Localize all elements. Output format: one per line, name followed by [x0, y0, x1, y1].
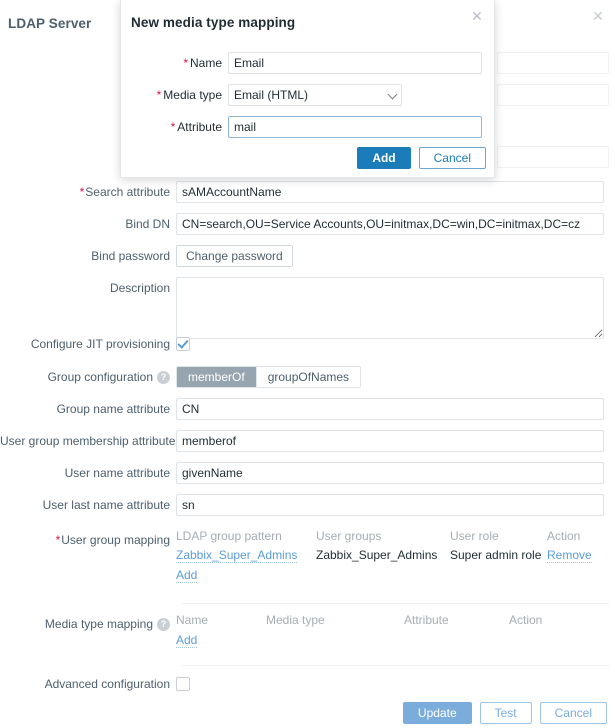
column-attribute: Attribute: [404, 613, 509, 630]
label-bind-password: Bind password: [0, 245, 176, 267]
row-user-group-mapping: *User group mapping LDAP group pattern U…: [0, 529, 615, 583]
label-jit-provisioning: Configure JIT provisioning: [0, 333, 176, 355]
dialog-name-input[interactable]: [228, 52, 482, 74]
test-button[interactable]: Test: [480, 702, 532, 724]
dialog-label-media-type: *Media type: [121, 84, 228, 106]
row-media-type-mapping: Media type mapping ? Name Media type Att…: [0, 613, 615, 648]
dialog-cancel-button[interactable]: Cancel: [419, 147, 486, 169]
dialog-actions: Add Cancel: [357, 147, 486, 169]
group-name-attribute-input[interactable]: [176, 398, 604, 420]
media-type-mapping-add-link[interactable]: Add: [176, 633, 197, 648]
user-group-mapping-table-wrap: LDAP group pattern User groups User role…: [176, 529, 592, 583]
row-advanced-configuration: Advanced configuration: [0, 673, 615, 695]
form-footer: Update Test Cancel: [0, 702, 615, 724]
column-ldap-group-pattern: LDAP group pattern: [176, 529, 316, 546]
dialog-row-attribute: *Attribute: [121, 116, 496, 138]
dialog-row-media-type: *Media type: [121, 84, 496, 106]
update-button[interactable]: Update: [403, 702, 472, 724]
obscured-field: [497, 52, 609, 74]
ldap-server-page: LDAP Server ✕ *Search attribute Bind DN …: [0, 0, 615, 728]
obscured-field: [497, 146, 609, 168]
change-password-button[interactable]: Change password: [176, 245, 293, 267]
label-description: Description: [0, 277, 176, 299]
new-media-type-mapping-dialog: New media type mapping ✕ *Name *Media ty…: [120, 0, 495, 178]
cell-user-role: Super admin role: [450, 546, 547, 565]
divider: [181, 665, 609, 666]
required-marker: *: [183, 56, 188, 70]
row-group-name-attribute: Group name attribute: [0, 398, 615, 420]
label-group-configuration: Group configuration ?: [0, 366, 176, 388]
cancel-button[interactable]: Cancel: [540, 702, 607, 724]
label-user-group-membership-attribute: User group membership attribute: [0, 430, 176, 452]
help-icon[interactable]: ?: [157, 371, 170, 384]
dialog-attribute-input[interactable]: [228, 116, 482, 138]
close-icon[interactable]: ✕: [469, 8, 485, 24]
group-configuration-toggle[interactable]: memberOf groupOfNames: [176, 366, 361, 388]
table-header-row: Name Media type Attribute Action: [176, 613, 542, 630]
media-type-mapping-table-wrap: Name Media type Attribute Action Add: [176, 613, 542, 648]
dialog-media-type-select[interactable]: [228, 84, 402, 106]
cell-ldap-group-pattern: Zabbix_Super_Admins: [176, 546, 316, 565]
dialog-media-type-select-wrap: [228, 84, 402, 106]
label-user-group-mapping: *User group mapping: [0, 529, 176, 551]
help-icon[interactable]: ?: [157, 618, 170, 631]
page-title: LDAP Server: [8, 16, 91, 31]
remove-link[interactable]: Remove: [547, 548, 592, 563]
obscured-field: [497, 84, 609, 106]
column-name: Name: [176, 613, 266, 630]
label-bind-dn: Bind DN: [0, 213, 176, 235]
column-user-role: User role: [450, 529, 547, 546]
jit-provisioning-checkbox[interactable]: [176, 337, 190, 351]
column-media-type: Media type: [266, 613, 404, 630]
user-name-attribute-input[interactable]: [176, 462, 604, 484]
row-bind-dn: Bind DN: [0, 213, 615, 235]
description-textarea[interactable]: [176, 277, 604, 339]
row-jit-provisioning: Configure JIT provisioning: [0, 333, 615, 355]
dialog-label-attribute: *Attribute: [121, 116, 228, 138]
segment-groupofnames[interactable]: groupOfNames: [257, 367, 360, 387]
row-description: Description: [0, 277, 615, 339]
table-header-row: LDAP group pattern User groups User role…: [176, 529, 592, 546]
label-search-attribute: *Search attribute: [0, 181, 176, 203]
user-group-membership-attribute-input[interactable]: [176, 430, 604, 452]
required-marker: *: [80, 185, 85, 199]
search-attribute-input[interactable]: [176, 181, 604, 203]
user-group-mapping-add-link[interactable]: Add: [176, 568, 197, 583]
close-icon[interactable]: ✕: [590, 8, 606, 24]
dialog-row-name: *Name: [121, 52, 496, 74]
row-user-name-attribute: User name attribute: [0, 462, 615, 484]
dialog-title: New media type mapping: [131, 15, 295, 30]
label-group-name-attribute: Group name attribute: [0, 398, 176, 420]
segment-memberof[interactable]: memberOf: [177, 367, 257, 387]
label-advanced-configuration: Advanced configuration: [0, 673, 176, 695]
label-user-name-attribute: User name attribute: [0, 462, 176, 484]
advanced-configuration-checkbox[interactable]: [176, 677, 190, 691]
dialog-label-name: *Name: [121, 52, 228, 74]
cell-action: Remove: [547, 546, 592, 565]
media-type-mapping-table: Name Media type Attribute Action: [176, 613, 542, 630]
divider: [181, 603, 609, 604]
table-row: Zabbix_Super_Admins Zabbix_Super_Admins …: [176, 546, 592, 565]
label-media-type-mapping: Media type mapping ?: [0, 613, 176, 635]
row-group-configuration: Group configuration ? memberOf groupOfNa…: [0, 366, 615, 388]
required-marker: *: [56, 533, 61, 547]
ldap-group-pattern-link[interactable]: Zabbix_Super_Admins: [176, 548, 297, 563]
required-marker: *: [171, 120, 176, 134]
row-user-group-membership-attribute: User group membership attribute: [0, 430, 615, 452]
row-bind-password: Bind password Change password: [0, 245, 615, 267]
column-user-groups: User groups: [316, 529, 450, 546]
column-action: Action: [547, 529, 592, 546]
row-user-last-name-attribute: User last name attribute: [0, 494, 615, 516]
dialog-add-button[interactable]: Add: [357, 147, 410, 169]
bind-dn-input[interactable]: [176, 213, 604, 235]
user-group-mapping-table: LDAP group pattern User groups User role…: [176, 529, 592, 565]
column-action: Action: [509, 613, 542, 630]
label-user-last-name-attribute: User last name attribute: [0, 494, 176, 516]
row-search-attribute: *Search attribute: [0, 181, 615, 203]
cell-user-groups: Zabbix_Super_Admins: [316, 546, 450, 565]
required-marker: *: [157, 88, 162, 102]
user-last-name-attribute-input[interactable]: [176, 494, 604, 516]
